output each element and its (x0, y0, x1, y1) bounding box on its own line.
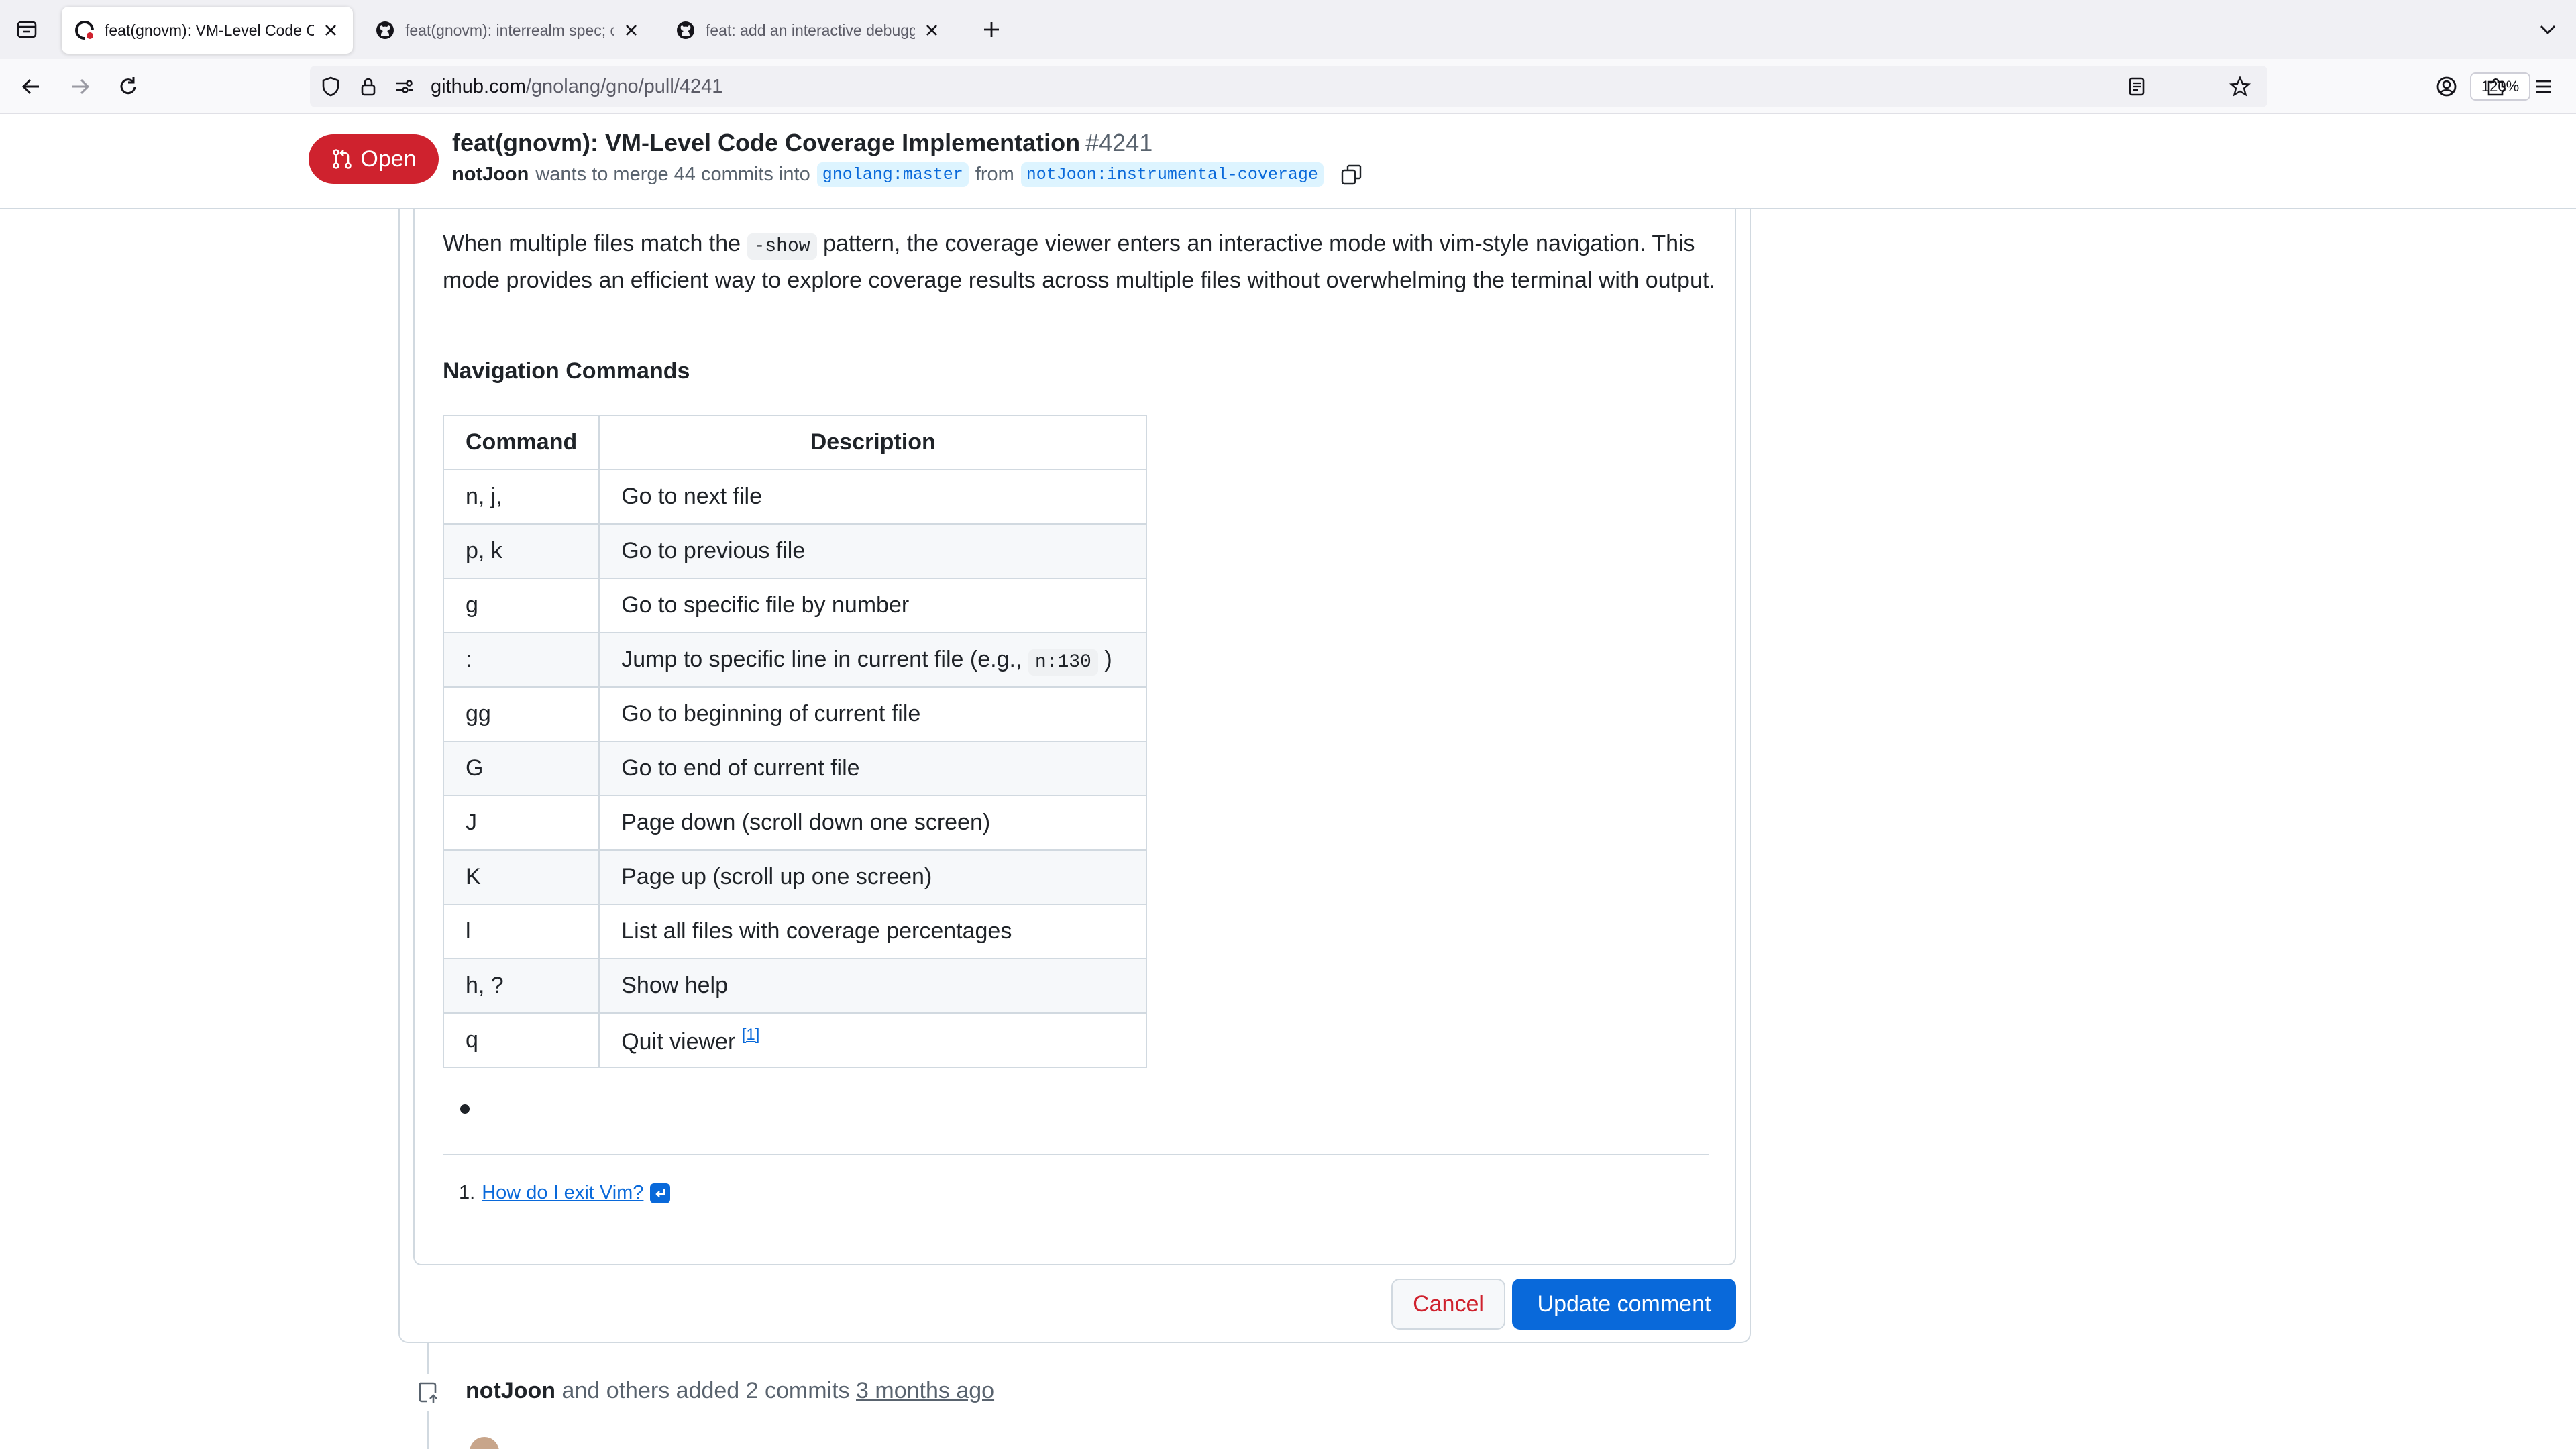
tab-strip: feat(gnovm): VM-Level Code Coverage Impl… (0, 0, 2576, 59)
table-row: g Go to specific file by number (442, 578, 1148, 633)
description-cell: Quit viewer [1] (598, 1012, 1148, 1068)
extensions-puzzle-icon[interactable] (2481, 71, 2512, 102)
footnote-item: 1. How do I exit Vim? (459, 1182, 671, 1204)
description-cell: Go to specific file by number (598, 578, 1148, 633)
table-row: G Go to end of current file (442, 741, 1148, 796)
table-row: h, ? Show help (442, 958, 1148, 1014)
timeline-commits-summary: notJoon and others added 2 commits 3 mon… (466, 1378, 995, 1403)
tracking-protection-shield-icon[interactable] (319, 75, 342, 98)
list-all-tabs-chevron-down-icon[interactable] (2536, 17, 2560, 42)
address-bar[interactable]: github.com/gnolang/gno/pull/4241 120% (310, 66, 2530, 107)
table-row: J Page down (scroll down one screen) (442, 795, 1148, 851)
menu-hamburger-icon[interactable] (2528, 71, 2559, 102)
description-cell: Jump to specific line in current file (e… (598, 632, 1148, 688)
table-row: gg Go to beginning of current file (442, 686, 1148, 742)
url-text[interactable]: github.com/gnolang/gno/pull/4241 (431, 76, 722, 98)
close-icon[interactable] (321, 20, 341, 40)
base-branch[interactable]: gnolang:master (816, 162, 969, 187)
timeline-commits-icon (409, 1374, 447, 1411)
pr-state-badge: Open (309, 134, 439, 184)
timeline-timestamp-link[interactable]: 3 months ago (856, 1378, 994, 1403)
column-header-command: Command (442, 415, 600, 470)
permissions-icon[interactable] (393, 75, 416, 98)
tab-title: feat: add an interactive debugger (706, 21, 915, 39)
tab-interactive-debugger[interactable]: feat: add an interactive debugger (663, 7, 954, 54)
command-cell: gg (442, 686, 600, 742)
table-row: p, k Go to previous file (442, 523, 1148, 579)
intro-paragraph: When multiple files match the -show patt… (443, 231, 1715, 293)
show-flag-code: -show (747, 233, 817, 260)
reader-view-icon[interactable] (2125, 75, 2148, 98)
command-cell: l (442, 904, 600, 959)
close-icon[interactable] (621, 20, 641, 40)
tab-overview-icon[interactable] (13, 16, 40, 43)
footnote-backref-icon[interactable] (650, 1183, 671, 1203)
line-jump-example-code: n:130 (1028, 649, 1098, 676)
avatar[interactable] (470, 1437, 499, 1449)
command-cell: g (442, 578, 600, 633)
pr-state-label: Open (360, 146, 417, 172)
pr-number: #4241 (1085, 129, 1153, 156)
new-tab-plus-icon[interactable] (978, 16, 1005, 43)
table-row: q Quit viewer [1] (442, 1012, 1148, 1068)
pr-merge-info: notJoon wants to merge 44 commits into g… (452, 162, 1364, 187)
reload-icon[interactable] (113, 71, 144, 102)
footnotes-divider (443, 1154, 1709, 1155)
table-row: l List all files with coverage percentag… (442, 904, 1148, 959)
description-cell: Go to previous file (598, 523, 1148, 579)
tab-pr-4241[interactable]: feat(gnovm): VM-Level Code Coverage Impl… (62, 7, 353, 54)
git-pull-request-icon (333, 149, 352, 169)
tab-title: feat(gnovm): VM-Level Code Coverage Impl… (105, 21, 314, 39)
head-branch[interactable]: notJoon:instrumental-coverage (1020, 162, 1324, 187)
merge-text: wants to merge 44 commits into (535, 164, 810, 185)
cancel-button[interactable]: Cancel (1391, 1279, 1505, 1330)
copy-icon[interactable] (1340, 163, 1364, 187)
forward-arrow-icon[interactable] (64, 71, 95, 102)
command-cell: K (442, 849, 600, 905)
github-icon (677, 21, 694, 39)
github-icon (376, 21, 394, 39)
command-cell: G (442, 741, 600, 796)
table-header-row: Command Description (442, 415, 1148, 470)
close-icon[interactable] (922, 20, 942, 40)
command-cell: h, ? (442, 958, 600, 1014)
description-cell: List all files with coverage percentages (598, 904, 1148, 959)
command-cell: n, j, (442, 469, 600, 525)
from-text: from (975, 164, 1014, 185)
description-cell: Page down (scroll down one screen) (598, 795, 1148, 851)
pr-sticky-header: Open feat(gnovm): VM-Level Code Coverage… (0, 114, 2576, 209)
navigation-commands-table: Command Description n, j, Go to next fil… (442, 415, 1148, 1068)
description-cell: Go to next file (598, 469, 1148, 525)
timeline-author-link[interactable]: notJoon (466, 1378, 555, 1403)
description-cell: Show help (598, 958, 1148, 1014)
description-cell: Page up (scroll up one screen) (598, 849, 1148, 905)
tab-title: feat(gnovm): interrealm spec; c... (405, 21, 614, 39)
command-cell: : (442, 632, 600, 688)
empty-list-bullet (460, 1104, 470, 1114)
back-arrow-icon[interactable] (16, 71, 47, 102)
command-cell: q (442, 1012, 600, 1068)
command-cell: J (442, 795, 600, 851)
tab-interrealm-spec[interactable]: feat(gnovm): interrealm spec; c... (362, 7, 653, 54)
table-row: : Jump to specific line in current file … (442, 632, 1148, 688)
navigation-toolbar: github.com/gnolang/gno/pull/4241 120% (0, 59, 2576, 114)
description-cell: Go to beginning of current file (598, 686, 1148, 742)
update-comment-button[interactable]: Update comment (1512, 1279, 1736, 1330)
table-row: K Page up (scroll up one screen) (442, 849, 1148, 905)
account-icon[interactable] (2431, 71, 2462, 102)
lock-icon[interactable] (357, 75, 380, 98)
column-header-description: Description (598, 415, 1148, 470)
pr-author-link[interactable]: notJoon (452, 164, 529, 186)
footnote-number: 1. (459, 1182, 476, 1203)
pr-title: feat(gnovm): VM-Level Code Coverage Impl… (452, 129, 1153, 156)
navigation-commands-heading: Navigation Commands (443, 358, 690, 384)
table-row: n, j, Go to next file (442, 469, 1148, 525)
command-cell: p, k (442, 523, 600, 579)
description-cell: Go to end of current file (598, 741, 1148, 796)
footnote-link[interactable]: How do I exit Vim? (482, 1182, 643, 1204)
github-coverage-favicon-icon (75, 21, 94, 40)
footnote-ref-link[interactable]: [1] (742, 1026, 760, 1044)
bookmark-star-icon[interactable] (2229, 75, 2251, 98)
